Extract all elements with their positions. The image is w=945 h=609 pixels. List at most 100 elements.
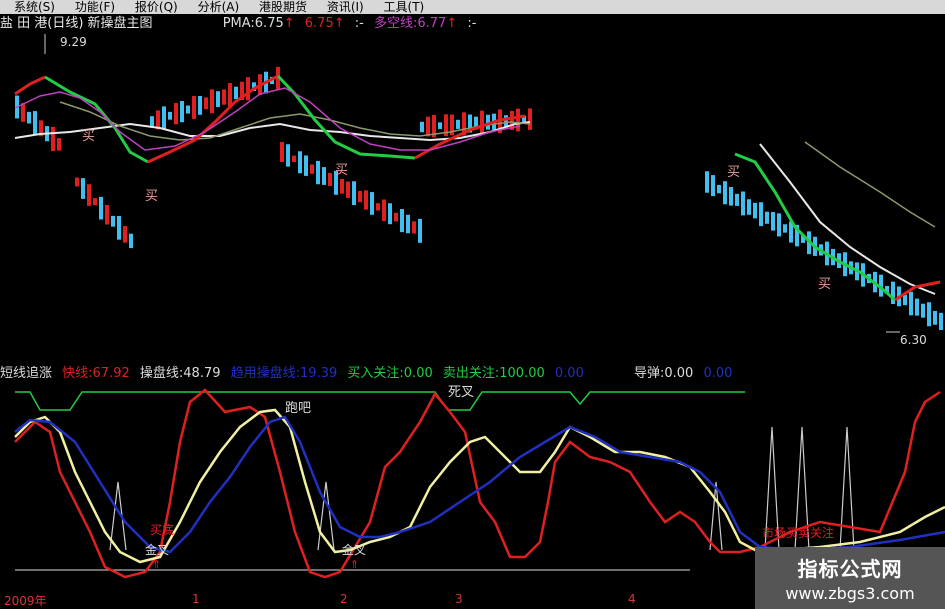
- buy-focus-value: 买入关注:0.00: [347, 366, 433, 381]
- candle: [192, 95, 196, 119]
- menu-tools[interactable]: 工具(T): [384, 0, 425, 14]
- candle: [358, 191, 362, 203]
- candle: [711, 175, 715, 197]
- menu-bar: 系统(S) 功能(F) 报价(Q) 分析(A) 港股期货 资讯(I) 工具(T): [0, 0, 945, 14]
- candle: [406, 214, 410, 234]
- candle: [162, 106, 166, 130]
- white-ma-line-right: [759, 143, 936, 295]
- candle: [927, 302, 931, 327]
- candle: [93, 198, 97, 206]
- candle: [400, 209, 404, 233]
- buy-label-4: 买: [727, 165, 740, 180]
- candle: [456, 119, 460, 129]
- candle: [180, 101, 184, 123]
- buy-label-5: 买: [818, 277, 831, 292]
- candle: [705, 171, 709, 193]
- candle: [81, 178, 85, 199]
- candle: [129, 233, 133, 249]
- up-arrow-icon-1: ⇑: [152, 558, 161, 571]
- x-tick-3: 3: [455, 592, 463, 606]
- candle: [480, 110, 484, 135]
- up-arrow-icon-2: ⇑: [350, 558, 359, 571]
- candle: [783, 224, 787, 233]
- candle: [186, 105, 190, 114]
- op-line-value: 操盘线:48.79: [139, 366, 221, 381]
- candle: [292, 155, 296, 163]
- candle: [723, 181, 727, 205]
- candle: [370, 192, 374, 215]
- sell-focus-value: 卖出关注:100.00: [442, 366, 545, 381]
- candle: [352, 181, 356, 206]
- candle: [111, 215, 115, 227]
- candle: [765, 211, 769, 224]
- bull-line-red-1: [14, 75, 46, 96]
- candle: [759, 202, 763, 227]
- pma2-value: 6.75: [304, 16, 334, 31]
- duokong-value: 多空线:6.77: [374, 16, 447, 31]
- candle: [216, 91, 220, 108]
- candle: [382, 199, 386, 222]
- candle: [51, 127, 55, 151]
- candle: [117, 215, 121, 240]
- separator: :-: [354, 16, 364, 31]
- candle: [771, 212, 775, 231]
- watermark: 指标公式网 www.zbgs3.com: [755, 547, 945, 609]
- candle: [394, 212, 398, 222]
- candle: [717, 184, 721, 194]
- x-tick-2: 2: [340, 592, 348, 606]
- candle: [99, 196, 103, 220]
- candle: [234, 86, 238, 100]
- zero-value: 0.00: [554, 366, 584, 381]
- watermark-title: 指标公式网: [797, 557, 903, 581]
- menu-function[interactable]: 功能(F): [75, 0, 115, 14]
- low-price-label: 6.30: [900, 333, 927, 347]
- menu-hk-futures[interactable]: 港股期货: [259, 0, 307, 14]
- candle: [504, 115, 508, 127]
- candle: [933, 310, 937, 325]
- candle: [729, 187, 733, 206]
- pma-value: PMA:6.75: [222, 16, 284, 31]
- candle: [418, 218, 422, 243]
- main-chart-title: 盐 田 港(日线) 新操盘主图 PMA:6.75↑ 6.75↑ :- 多空线:6…: [0, 16, 482, 32]
- menu-news[interactable]: 资讯(I): [327, 0, 364, 14]
- bear-line-green-2: [276, 74, 416, 160]
- candle: [57, 138, 61, 151]
- golden-cross-label-1: 金叉: [145, 542, 169, 557]
- buy-label-2: 买: [145, 189, 158, 204]
- bull-line-red-right: [894, 280, 941, 302]
- candle: [105, 204, 109, 225]
- candle: [426, 116, 430, 137]
- candle: [735, 193, 739, 206]
- menu-quote[interactable]: 报价(Q): [135, 0, 178, 14]
- golden-cross-label-2: 金叉: [342, 542, 366, 557]
- candle: [304, 155, 308, 176]
- candle: [310, 164, 314, 174]
- candle: [286, 144, 290, 167]
- candle: [27, 111, 31, 124]
- x-tick-1: 1: [192, 592, 200, 606]
- market-focus-label: 市场买卖关注: [762, 525, 834, 540]
- candle: [246, 77, 250, 101]
- candle: [376, 203, 380, 211]
- candle: [340, 178, 344, 194]
- candle: [903, 294, 907, 306]
- candle: [741, 191, 745, 216]
- candle: [777, 213, 781, 237]
- menu-analysis[interactable]: 分析(A): [198, 0, 240, 14]
- candle: [222, 89, 226, 105]
- candle: [753, 202, 757, 219]
- stock-title: 盐 田 港(日线) 新操盘主图: [0, 16, 153, 31]
- candle: [210, 89, 214, 114]
- candle: [228, 83, 232, 107]
- menu-system[interactable]: 系统(S): [14, 0, 55, 14]
- candle: [75, 177, 79, 187]
- pma-arrow-icon: ↑: [283, 16, 295, 31]
- fast-line-value: 快线:67.92: [62, 366, 130, 381]
- candle: [438, 122, 442, 130]
- candle: [921, 303, 925, 318]
- sell-focus-line: [15, 391, 745, 411]
- pma2-arrow-icon: ↑: [333, 16, 345, 31]
- candle: [87, 184, 91, 206]
- candle: [298, 151, 302, 174]
- price-chart[interactable]: 9.29 买 买 买 买 买 6.30: [0, 32, 945, 362]
